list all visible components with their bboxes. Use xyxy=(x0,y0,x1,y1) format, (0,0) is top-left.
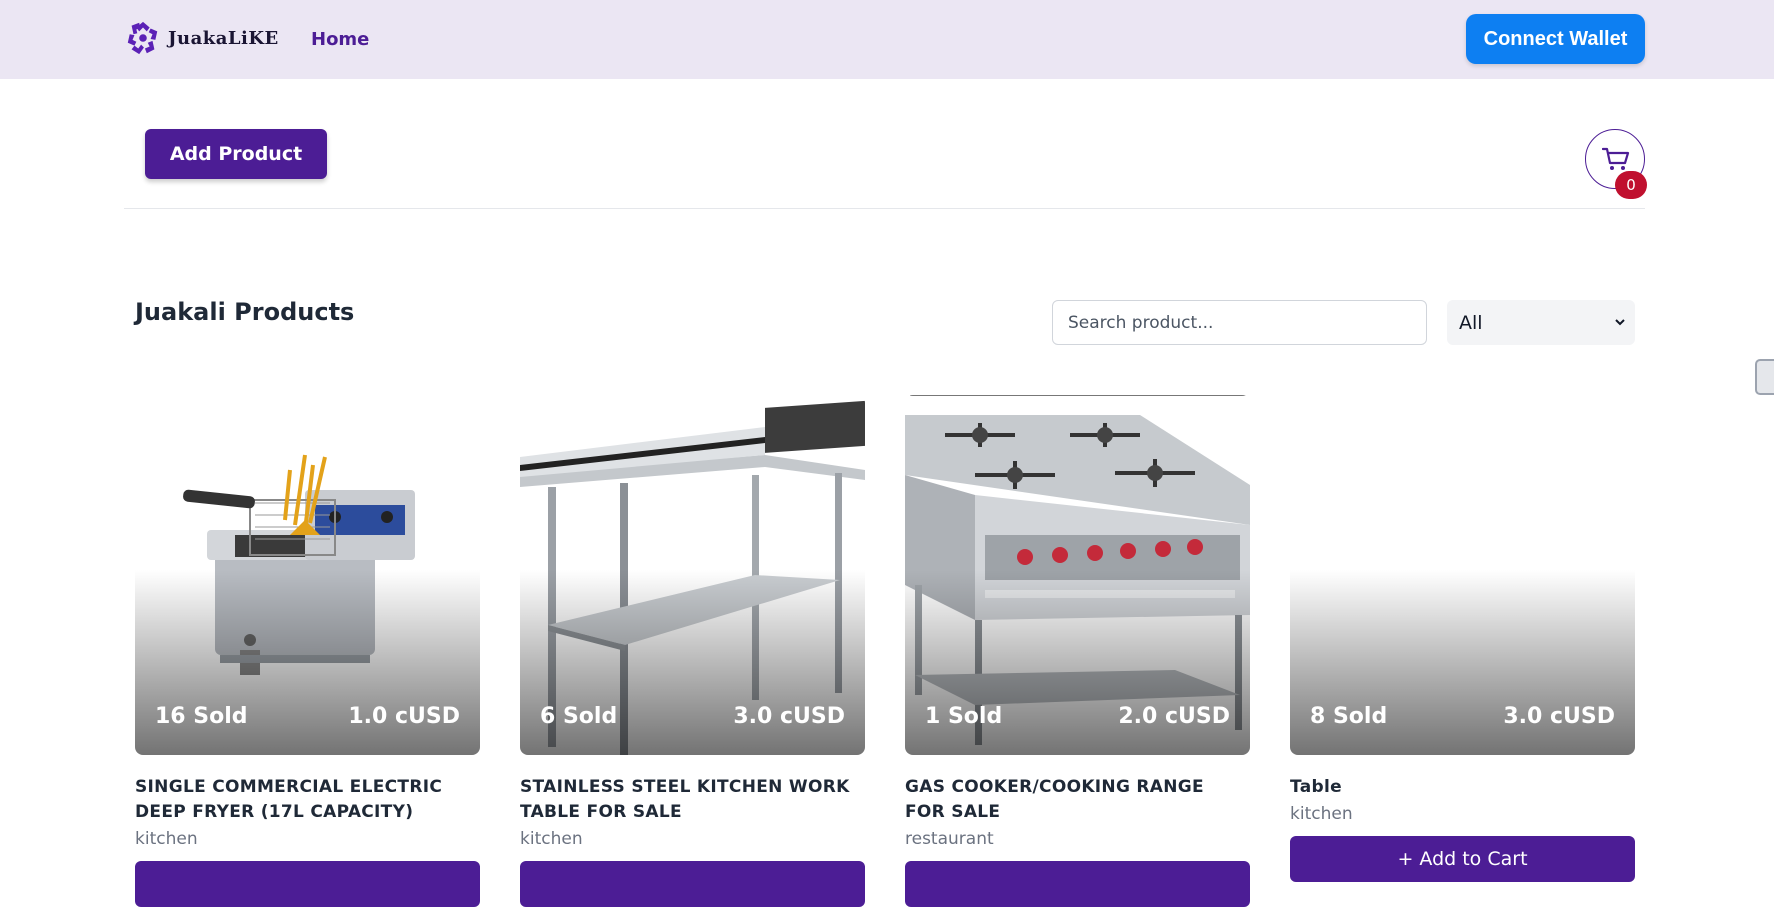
product-image[interactable]: 8 Sold 3.0 cUSD xyxy=(1290,395,1635,755)
side-panel-tab[interactable] xyxy=(1755,359,1774,395)
product-card: 1 Sold 2.0 cUSD GAS COOKER/COOKING RANGE… xyxy=(905,395,1250,907)
add-product-button[interactable]: Add Product xyxy=(145,129,327,179)
category-filter-select[interactable]: All xyxy=(1447,300,1635,345)
product-category: kitchen xyxy=(520,829,583,849)
sold-count: 1 Sold xyxy=(925,704,1003,729)
products-section-title: Juakali Products xyxy=(135,298,355,326)
product-image[interactable]: 16 Sold 1.0 cUSD xyxy=(135,395,480,755)
product-category: restaurant xyxy=(905,829,994,849)
sold-count: 16 Sold xyxy=(155,704,248,729)
search-product-input[interactable] xyxy=(1052,300,1427,345)
product-category: kitchen xyxy=(1290,804,1353,824)
cart-count-badge: 0 xyxy=(1615,171,1647,199)
product-image[interactable]: 6 Sold 3.0 cUSD xyxy=(520,395,865,755)
product-price: 2.0 cUSD xyxy=(1118,704,1230,729)
nav-home-link[interactable]: Home xyxy=(311,29,369,50)
product-card: 16 Sold 1.0 cUSD SINGLE COMMERCIAL ELECT… xyxy=(135,395,480,907)
product-name: GAS COOKER/COOKING RANGE FOR SALE xyxy=(905,777,1204,822)
product-price: 3.0 cUSD xyxy=(1503,704,1615,729)
sold-count: 8 Sold xyxy=(1310,704,1388,729)
product-category: kitchen xyxy=(135,829,198,849)
add-to-cart-button[interactable]: + Add to Cart xyxy=(1290,836,1635,882)
connect-wallet-button[interactable]: Connect Wallet xyxy=(1466,14,1645,64)
add-to-cart-button[interactable] xyxy=(905,861,1250,907)
logo-icon xyxy=(127,21,158,55)
product-name: Table xyxy=(1290,777,1342,797)
product-card: 8 Sold 3.0 cUSD Table kitchen + Add to C… xyxy=(1290,395,1635,882)
product-name: SINGLE COMMERCIAL ELECTRIC DEEP FRYER (1… xyxy=(135,777,443,822)
brand-name: JuakaLiKE xyxy=(168,27,279,49)
product-name: STAINLESS STEEL KITCHEN WORK TABLE FOR S… xyxy=(520,777,850,822)
divider xyxy=(124,208,1645,209)
product-price: 3.0 cUSD xyxy=(733,704,845,729)
shopping-cart-icon xyxy=(1602,147,1630,170)
product-card: 6 Sold 3.0 cUSD STAINLESS STEEL KITCHEN … xyxy=(520,395,865,907)
product-image[interactable]: 1 Sold 2.0 cUSD xyxy=(905,395,1250,755)
add-to-cart-button[interactable] xyxy=(520,861,865,907)
product-price: 1.0 cUSD xyxy=(348,704,460,729)
sold-count: 6 Sold xyxy=(540,704,618,729)
add-to-cart-button[interactable] xyxy=(135,861,480,907)
navbar: JuakaLiKE Home Connect Wallet xyxy=(0,0,1774,79)
brand-logo[interactable]: JuakaLiKE xyxy=(124,18,279,58)
